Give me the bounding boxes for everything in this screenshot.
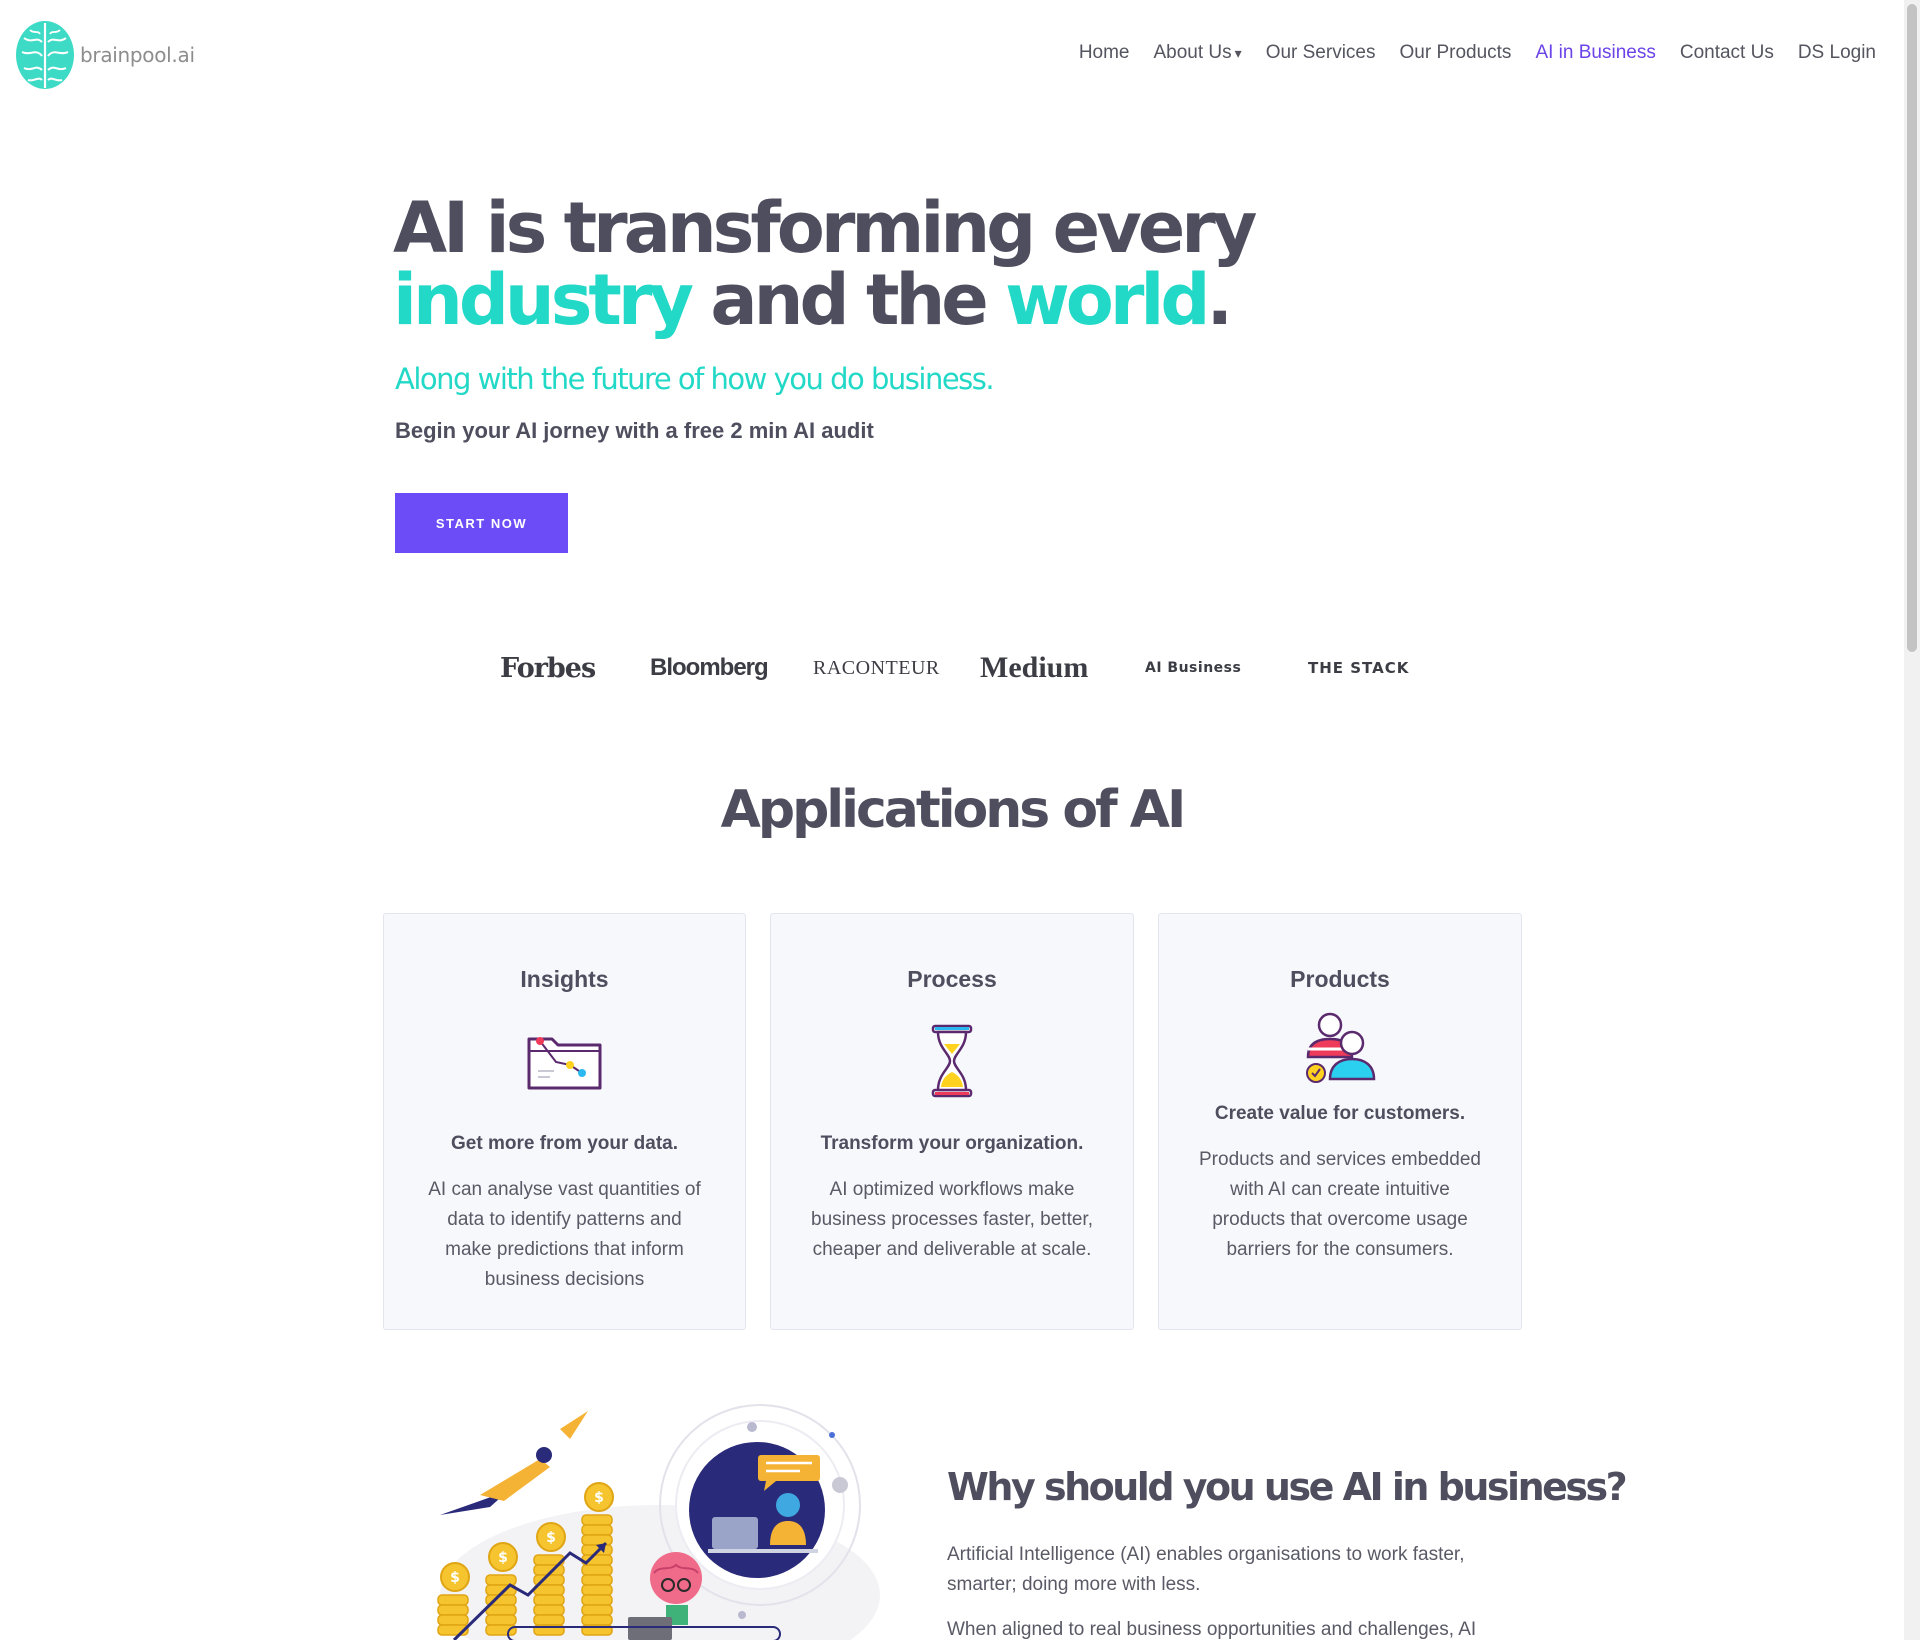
nav-our-products[interactable]: Our Products [1400, 42, 1512, 64]
hero-word-industry: industry [393, 259, 694, 341]
scrollbar-thumb[interactable] [1907, 4, 1917, 652]
application-card-insights: Insights Get more from your data. AI can… [383, 913, 746, 1330]
nav-our-services[interactable]: Our Services [1266, 42, 1376, 64]
press-logo-forbes: Forbes [500, 652, 596, 684]
card-body: AI optimized workflows make business pro… [811, 1179, 1093, 1260]
applications-title: Applications of AI [720, 780, 1187, 840]
nav-about-label: About Us [1153, 42, 1232, 63]
business-growth-illustration: $ $ $ $ [437, 1404, 880, 1640]
hero-subtitle: Along with the future of how you do busi… [395, 362, 995, 396]
svg-text:$: $ [450, 1570, 460, 1586]
brain-logo-icon [16, 21, 74, 89]
card-heading: Get more from your data. [451, 1133, 678, 1154]
nav-about-us[interactable]: About Us ▾ [1154, 42, 1242, 64]
hourglass-icon [931, 1024, 973, 1098]
page-scrollbar[interactable] [1904, 0, 1920, 1640]
nav-ai-in-business[interactable]: AI in Business [1535, 42, 1655, 64]
start-now-button[interactable]: START NOW [395, 493, 568, 553]
why-paragraph-2: When aligned to real business opportunit… [947, 1619, 1477, 1640]
card-title: Process [907, 966, 997, 992]
hero-line-1: AI is transforming every [393, 187, 1257, 269]
nav-home[interactable]: Home [1079, 42, 1130, 64]
card-body: Products and services embedded with AI c… [1199, 1149, 1481, 1260]
why-title: Why should you use AI in business? [947, 1465, 1628, 1509]
press-logo-the-stack: THE STACK [1308, 659, 1410, 677]
hero-word-world: world [1005, 259, 1210, 341]
logo-text: brainpool.ai [80, 43, 195, 67]
press-logo-medium: Medium [980, 651, 1089, 684]
press-logo-bloomberg: Bloomberg [650, 654, 769, 681]
application-card-products: Products Create value for customers. Pro… [1158, 913, 1522, 1330]
card-title: Products [1290, 966, 1390, 992]
why-paragraph-1: Artificial Intelligence (AI) enables org… [947, 1544, 1465, 1595]
chevron-down-icon: ▾ [1234, 45, 1242, 61]
brand-logo[interactable]: brainpool.ai [14, 18, 195, 92]
main-nav: Home About Us ▾ Our Services Our Products… [1079, 42, 1876, 64]
svg-text:$: $ [594, 1490, 604, 1506]
card-body: AI can analyse vast quantities of data t… [428, 1179, 701, 1290]
press-logo-raconteur: RACONTEUR [813, 656, 940, 679]
press-logo-ai-business: AI Business [1145, 660, 1242, 676]
nav-ds-login[interactable]: DS Login [1798, 42, 1876, 64]
svg-text:$: $ [498, 1550, 508, 1566]
site-header: brainpool.ai Home About Us ▾ Our Services… [0, 0, 1904, 112]
card-heading: Transform your organization. [820, 1133, 1084, 1154]
customers-icon [1306, 1012, 1376, 1083]
hero-title: AI is transforming every industry and th… [393, 192, 1257, 336]
hero-audit-text: Begin your AI jorney with a free 2 min A… [395, 418, 874, 443]
application-card-process: Process Transform your organization. AI … [770, 913, 1134, 1330]
card-heading: Create value for customers. [1214, 1103, 1466, 1124]
hero-word-and-the: and the [690, 259, 1006, 341]
svg-text:$: $ [546, 1530, 556, 1546]
nav-contact-us[interactable]: Contact Us [1680, 42, 1774, 64]
card-title: Insights [520, 966, 609, 992]
hero-period: . [1206, 259, 1234, 341]
folder-chart-icon [527, 1037, 601, 1090]
